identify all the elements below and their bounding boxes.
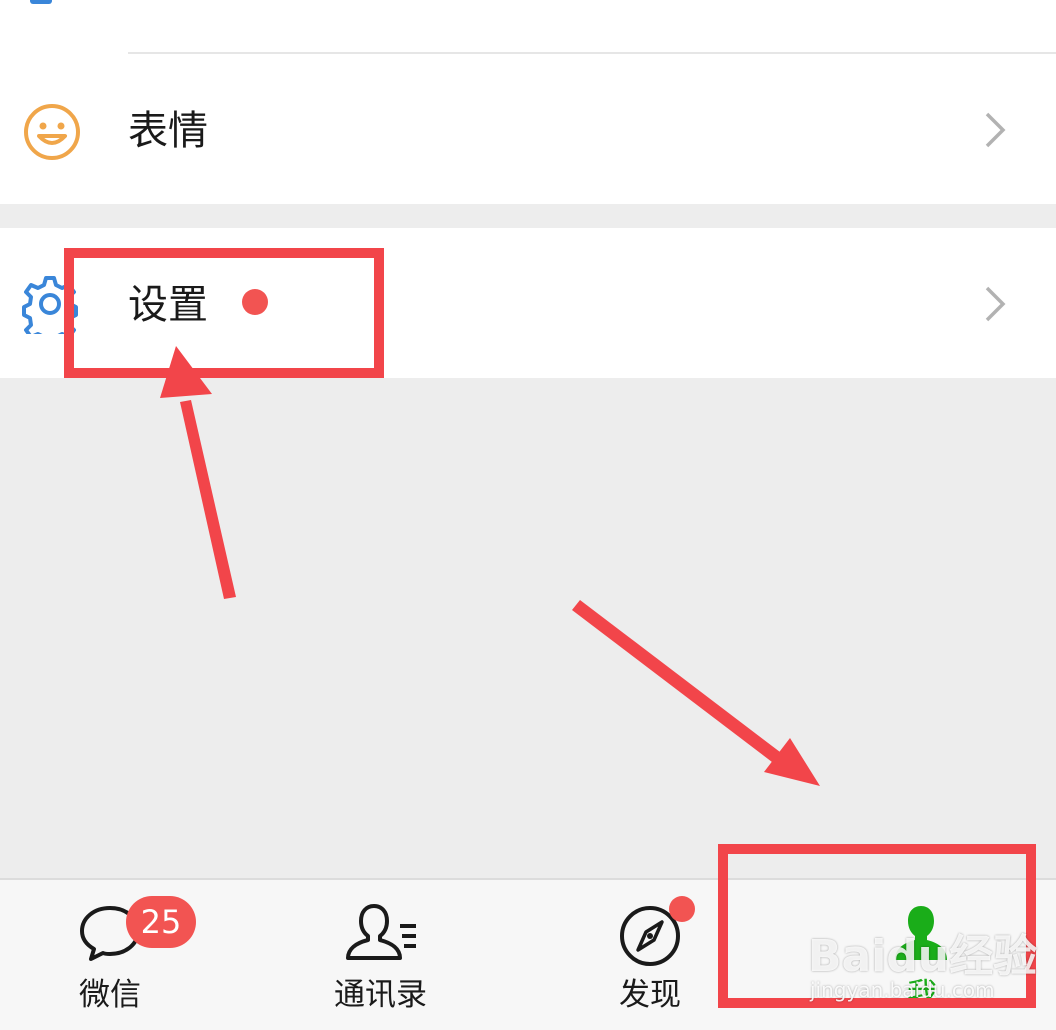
- tab-label: 发现: [619, 977, 681, 1013]
- tab-chats[interactable]: 25 微信: [0, 880, 264, 1030]
- list-item-label: 表情: [128, 108, 208, 154]
- partial-icon: [30, 0, 52, 4]
- tab-label: 通讯录: [334, 977, 427, 1013]
- tab-label: 微信: [79, 977, 141, 1013]
- chevron-right-icon: [984, 285, 1008, 327]
- new-dot: [669, 896, 695, 922]
- smiley-icon: [22, 102, 82, 166]
- list-row-partial[interactable]: [0, 0, 1056, 54]
- list-item-stickers[interactable]: 表情: [0, 54, 1056, 204]
- highlight-box-settings: [64, 248, 384, 378]
- watermark-brand: Baidu经验: [808, 931, 1038, 982]
- chevron-right-icon: [984, 111, 1008, 153]
- watermark-url: jingyan.baidu.com: [810, 978, 995, 1002]
- tab-contacts[interactable]: 通讯录: [264, 880, 528, 1030]
- arrow-up-icon: [160, 346, 236, 599]
- unread-badge: 25: [126, 896, 196, 948]
- contacts-icon: [344, 902, 420, 968]
- arrow-down-right-icon: [572, 600, 820, 786]
